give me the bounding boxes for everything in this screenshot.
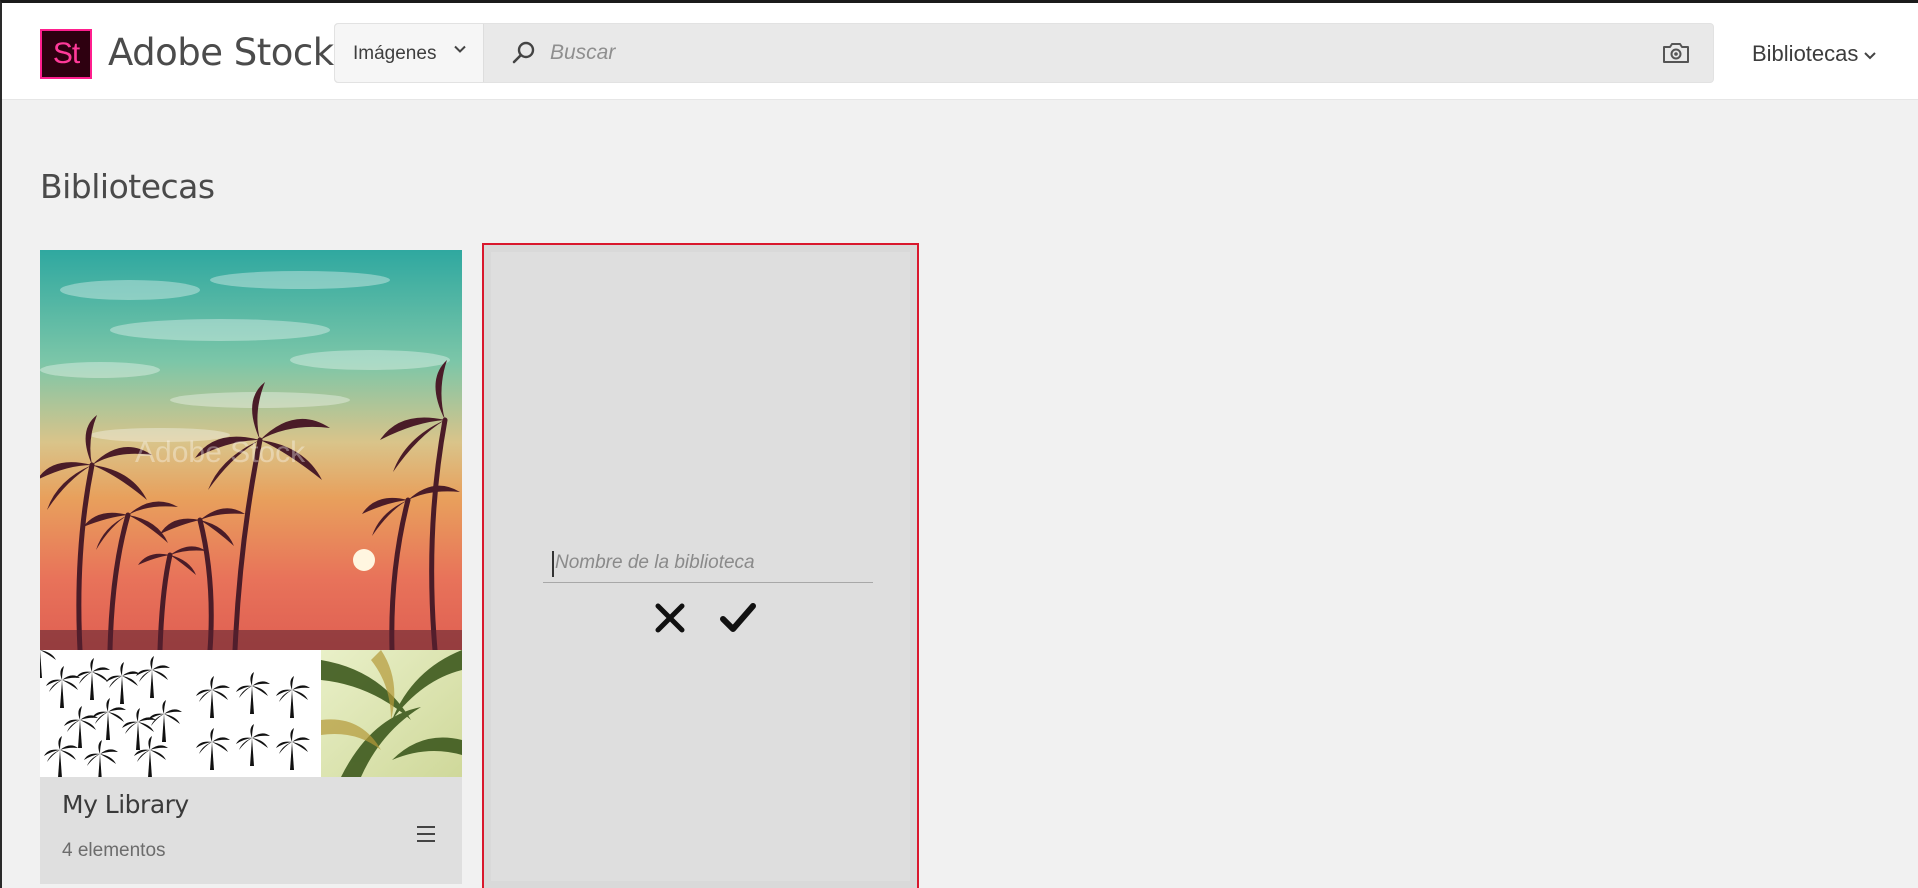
new-library-card (482, 243, 919, 888)
adobe-stock-logo[interactable]: St (40, 29, 92, 79)
palm-silhouettes-thumbnail (40, 650, 321, 777)
library-name: My Library (62, 790, 189, 819)
library-name-input[interactable] (543, 543, 873, 583)
page-title: Bibliotecas (40, 167, 215, 206)
library-cover-image: Adobe Stock (40, 250, 462, 650)
search-input[interactable] (550, 32, 1650, 74)
hamburger-menu-icon[interactable] (414, 822, 438, 846)
close-icon[interactable] (651, 599, 689, 637)
chevron-down-icon[interactable] (1862, 49, 1878, 63)
chevron-down-icon (454, 45, 466, 53)
libraries-nav-link[interactable]: Bibliotecas (1752, 41, 1858, 67)
camera-icon[interactable] (1661, 40, 1691, 66)
palm-fronds-thumbnail (321, 650, 462, 777)
library-card[interactable]: Adobe Stock My Library 4 elementos (40, 250, 462, 884)
asset-type-dropdown[interactable]: Imágenes (335, 24, 484, 82)
new-library-form (491, 252, 910, 881)
brand-name[interactable]: Adobe Stock (108, 31, 334, 74)
watermark-text: Adobe Stock (135, 436, 306, 469)
asset-type-label: Imágenes (353, 43, 437, 64)
top-navigation-bar: St Adobe Stock Imágenes Bibliotecas (2, 3, 1918, 100)
search-icon (512, 41, 535, 64)
library-item-count: 4 elementos (62, 840, 166, 861)
checkmark-icon[interactable] (718, 599, 758, 637)
text-cursor (552, 551, 554, 577)
search-bar: Imágenes (334, 23, 1714, 83)
